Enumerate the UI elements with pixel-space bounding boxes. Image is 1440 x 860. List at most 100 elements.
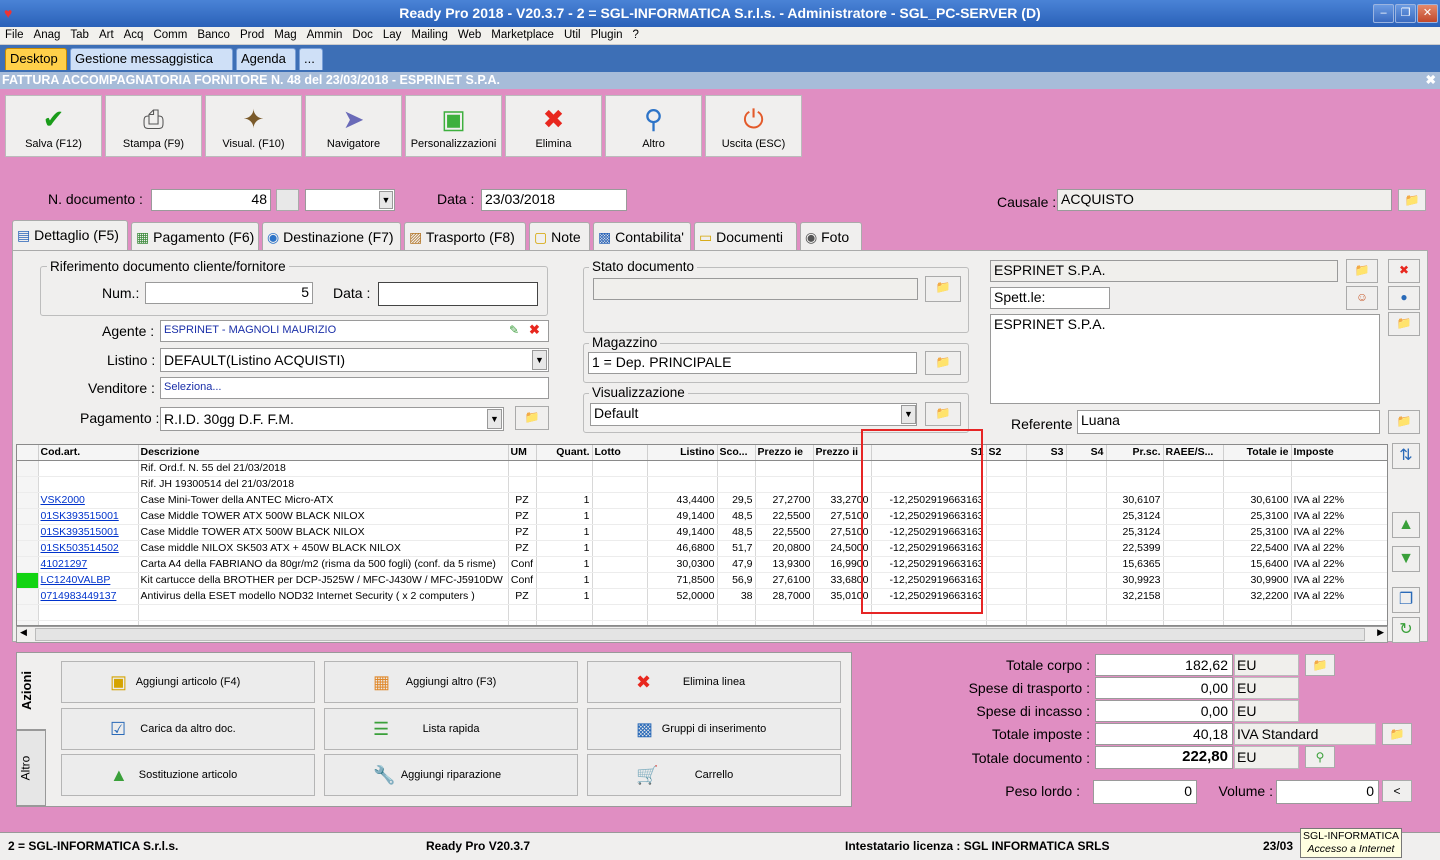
col-header[interactable]: Cod.art.: [38, 445, 139, 461]
ndoc-series-select[interactable]: ▼: [305, 189, 395, 211]
ndoc-suffix-button[interactable]: [276, 189, 299, 211]
scroll-left-icon[interactable]: ◀: [20, 627, 27, 638]
col-header[interactable]: Lotto: [592, 445, 648, 461]
menu-item[interactable]: Art: [94, 27, 119, 41]
menu-item[interactable]: Tab: [65, 27, 94, 41]
col-header[interactable]: UM: [508, 445, 537, 461]
table-row[interactable]: 01SK503514502 Case middle NILOX SK503 ATX…: [17, 540, 1387, 557]
chevron-down-icon[interactable]: ▼: [901, 405, 916, 424]
chevron-down-icon[interactable]: ▼: [379, 191, 393, 209]
aggiungi-riparazione-button[interactable]: 🔧 Aggiungi riparazione: [324, 754, 578, 796]
restore-button[interactable]: ❐: [1395, 4, 1416, 23]
cell-cod[interactable]: 41021297: [38, 556, 139, 573]
move-top-button[interactable]: ⇅: [1392, 443, 1420, 469]
menu-item[interactable]: Mag: [269, 27, 301, 41]
fornitore-delete-button[interactable]: ✖: [1388, 259, 1420, 283]
listino-select[interactable]: DEFAULT(Listino ACQUISTI): [160, 348, 549, 372]
globe-button[interactable]: ●: [1388, 286, 1420, 310]
magazzino-field[interactable]: 1 = Dep. PRINCIPALE: [588, 352, 917, 374]
sostituzione-articolo-button[interactable]: ▲ Sostituzione articolo: [61, 754, 315, 796]
aggiungi-articolo-button[interactable]: ▣ Aggiungi articolo (F4): [61, 661, 315, 703]
col-header[interactable]: S4: [1066, 445, 1107, 461]
pagamento-select[interactable]: R.I.D. 30gg D.F. F.M.: [160, 407, 504, 431]
col-header[interactable]: Quant.: [536, 445, 593, 461]
tab-desktop[interactable]: Desktop: [5, 48, 67, 70]
num-field[interactable]: 5: [145, 282, 313, 304]
totale-corpo-folder-button[interactable]: 📁: [1305, 654, 1335, 676]
tab-note[interactable]: ▢ Note: [529, 222, 590, 250]
col-header[interactable]: RAEE/S...: [1163, 445, 1224, 461]
visualizzazione-select[interactable]: Default: [590, 403, 917, 426]
stato-field[interactable]: [593, 278, 918, 300]
tab-foto[interactable]: ◉ Foto: [800, 222, 862, 250]
edit-pencil-icon[interactable]: ✎: [509, 323, 519, 337]
volume-field[interactable]: 0: [1276, 780, 1379, 804]
horizontal-scrollbar[interactable]: ◀ ▶: [16, 626, 1388, 643]
menu-item[interactable]: ?: [628, 27, 644, 41]
copy-button[interactable]: ❐: [1392, 587, 1420, 613]
tab-trasporto[interactable]: ▨ Trasporto (F8): [404, 222, 526, 250]
zoom-button[interactable]: ⚲: [1305, 746, 1335, 768]
tab-agenda[interactable]: Agenda: [236, 48, 296, 70]
visual-button[interactable]: ✦ Visual. (F10): [205, 95, 302, 157]
address-field[interactable]: ESPRINET S.P.A.: [990, 314, 1380, 404]
venditore-field[interactable]: Seleziona...: [160, 377, 549, 399]
spese-incasso-field[interactable]: 0,00: [1095, 700, 1233, 722]
scroll-right-icon[interactable]: ▶: [1377, 627, 1384, 638]
causale-field[interactable]: ACQUISTO: [1057, 189, 1392, 211]
minimize-button[interactable]: –: [1373, 4, 1394, 23]
aggiungi-altro-button[interactable]: ▦ Aggiungi altro (F3): [324, 661, 578, 703]
table-row[interactable]: VSK2000 Case Mini-Tower della ANTEC Micro…: [17, 492, 1387, 509]
gruppi-inserimento-button[interactable]: ▩ Gruppi di inserimento: [587, 708, 841, 750]
menu-item[interactable]: Prod: [235, 27, 269, 41]
menu-item[interactable]: Lay: [378, 27, 407, 41]
ndoc-field[interactable]: 48: [151, 189, 271, 211]
menu-item[interactable]: Banco: [192, 27, 235, 41]
cell-cod[interactable]: LC1240VALBP: [38, 572, 139, 589]
cell-cod[interactable]: 0714983449137: [38, 588, 139, 605]
table-row[interactable]: LC1240VALBP Kit cartucce della BROTHER pe…: [17, 572, 1387, 589]
fornitore-folder-button[interactable]: 📁: [1346, 259, 1378, 283]
visualizzazione-folder-button[interactable]: 📁: [925, 402, 961, 426]
carica-da-altro-doc-button[interactable]: ☑ Carica da altro doc.: [61, 708, 315, 750]
table-row[interactable]: 01SK393515001 Case Middle TOWER ATX 500W …: [17, 508, 1387, 525]
col-header[interactable]: Pr.sc.: [1106, 445, 1164, 461]
clear-x-icon[interactable]: ✖: [529, 322, 540, 338]
magazzino-folder-button[interactable]: 📁: [925, 351, 961, 375]
agente-field[interactable]: ESPRINET - MAGNOLI MAURIZIO: [160, 320, 549, 342]
col-header[interactable]: Listino: [647, 445, 718, 461]
menu-item[interactable]: Comm: [148, 27, 192, 41]
table-row[interactable]: 41021297 Carta A4 della FABRIANO da 80gr/…: [17, 556, 1387, 573]
elimina-linea-button[interactable]: ✖ Elimina linea: [587, 661, 841, 703]
move-down-button[interactable]: ▼: [1392, 546, 1420, 572]
spett-field[interactable]: Spett.le:: [990, 287, 1110, 309]
col-header[interactable]: Imposte: [1291, 445, 1387, 461]
col-header[interactable]: Totale ie: [1223, 445, 1292, 461]
tab-documenti[interactable]: ▭ Documenti: [694, 222, 797, 250]
menu-item[interactable]: Util: [559, 27, 586, 41]
tab-pagamento[interactable]: ▦ Pagamento (F6): [131, 222, 259, 250]
table-row[interactable]: Rif. Ord.f. N. 55 del 21/03/2018: [17, 460, 1387, 477]
rif-date-field[interactable]: [378, 282, 538, 306]
elimina-button[interactable]: ✖ Elimina: [505, 95, 602, 157]
col-header[interactable]: S2: [986, 445, 1027, 461]
tab-contabilita[interactable]: ▩ Contabilita': [593, 222, 691, 250]
referente-field[interactable]: Luana: [1077, 410, 1380, 434]
menu-item[interactable]: Mailing: [406, 27, 452, 41]
altro-button[interactable]: ⚲ Altro: [605, 95, 702, 157]
imposte-folder-button[interactable]: 📁: [1382, 723, 1412, 745]
table-row[interactable]: 0714983449137 Antivirus della ESET modell…: [17, 588, 1387, 605]
uscita-button[interactable]: ⏻ Uscita (ESC): [705, 95, 802, 157]
tab-gestione-messaggistica[interactable]: Gestione messaggistica: [70, 48, 233, 70]
spese-trasporto-field[interactable]: 0,00: [1095, 677, 1233, 699]
articles-grid[interactable]: Cod.art. Descrizione UM Quant. Lotto Lis…: [16, 444, 1388, 626]
tab-dettaglio[interactable]: ▤ Dettaglio (F5): [12, 220, 128, 251]
chevron-down-icon[interactable]: ▼: [487, 409, 502, 429]
date-field[interactable]: 23/03/2018: [481, 189, 627, 211]
menu-item[interactable]: Acq: [119, 27, 149, 41]
cell-cod[interactable]: VSK2000: [38, 492, 139, 509]
address-folder-button[interactable]: 📁: [1388, 312, 1420, 336]
pagamento-folder-button[interactable]: 📁: [515, 406, 549, 430]
menu-item[interactable]: Marketplace: [486, 27, 559, 41]
cell-cod[interactable]: 01SK393515001: [38, 524, 139, 541]
